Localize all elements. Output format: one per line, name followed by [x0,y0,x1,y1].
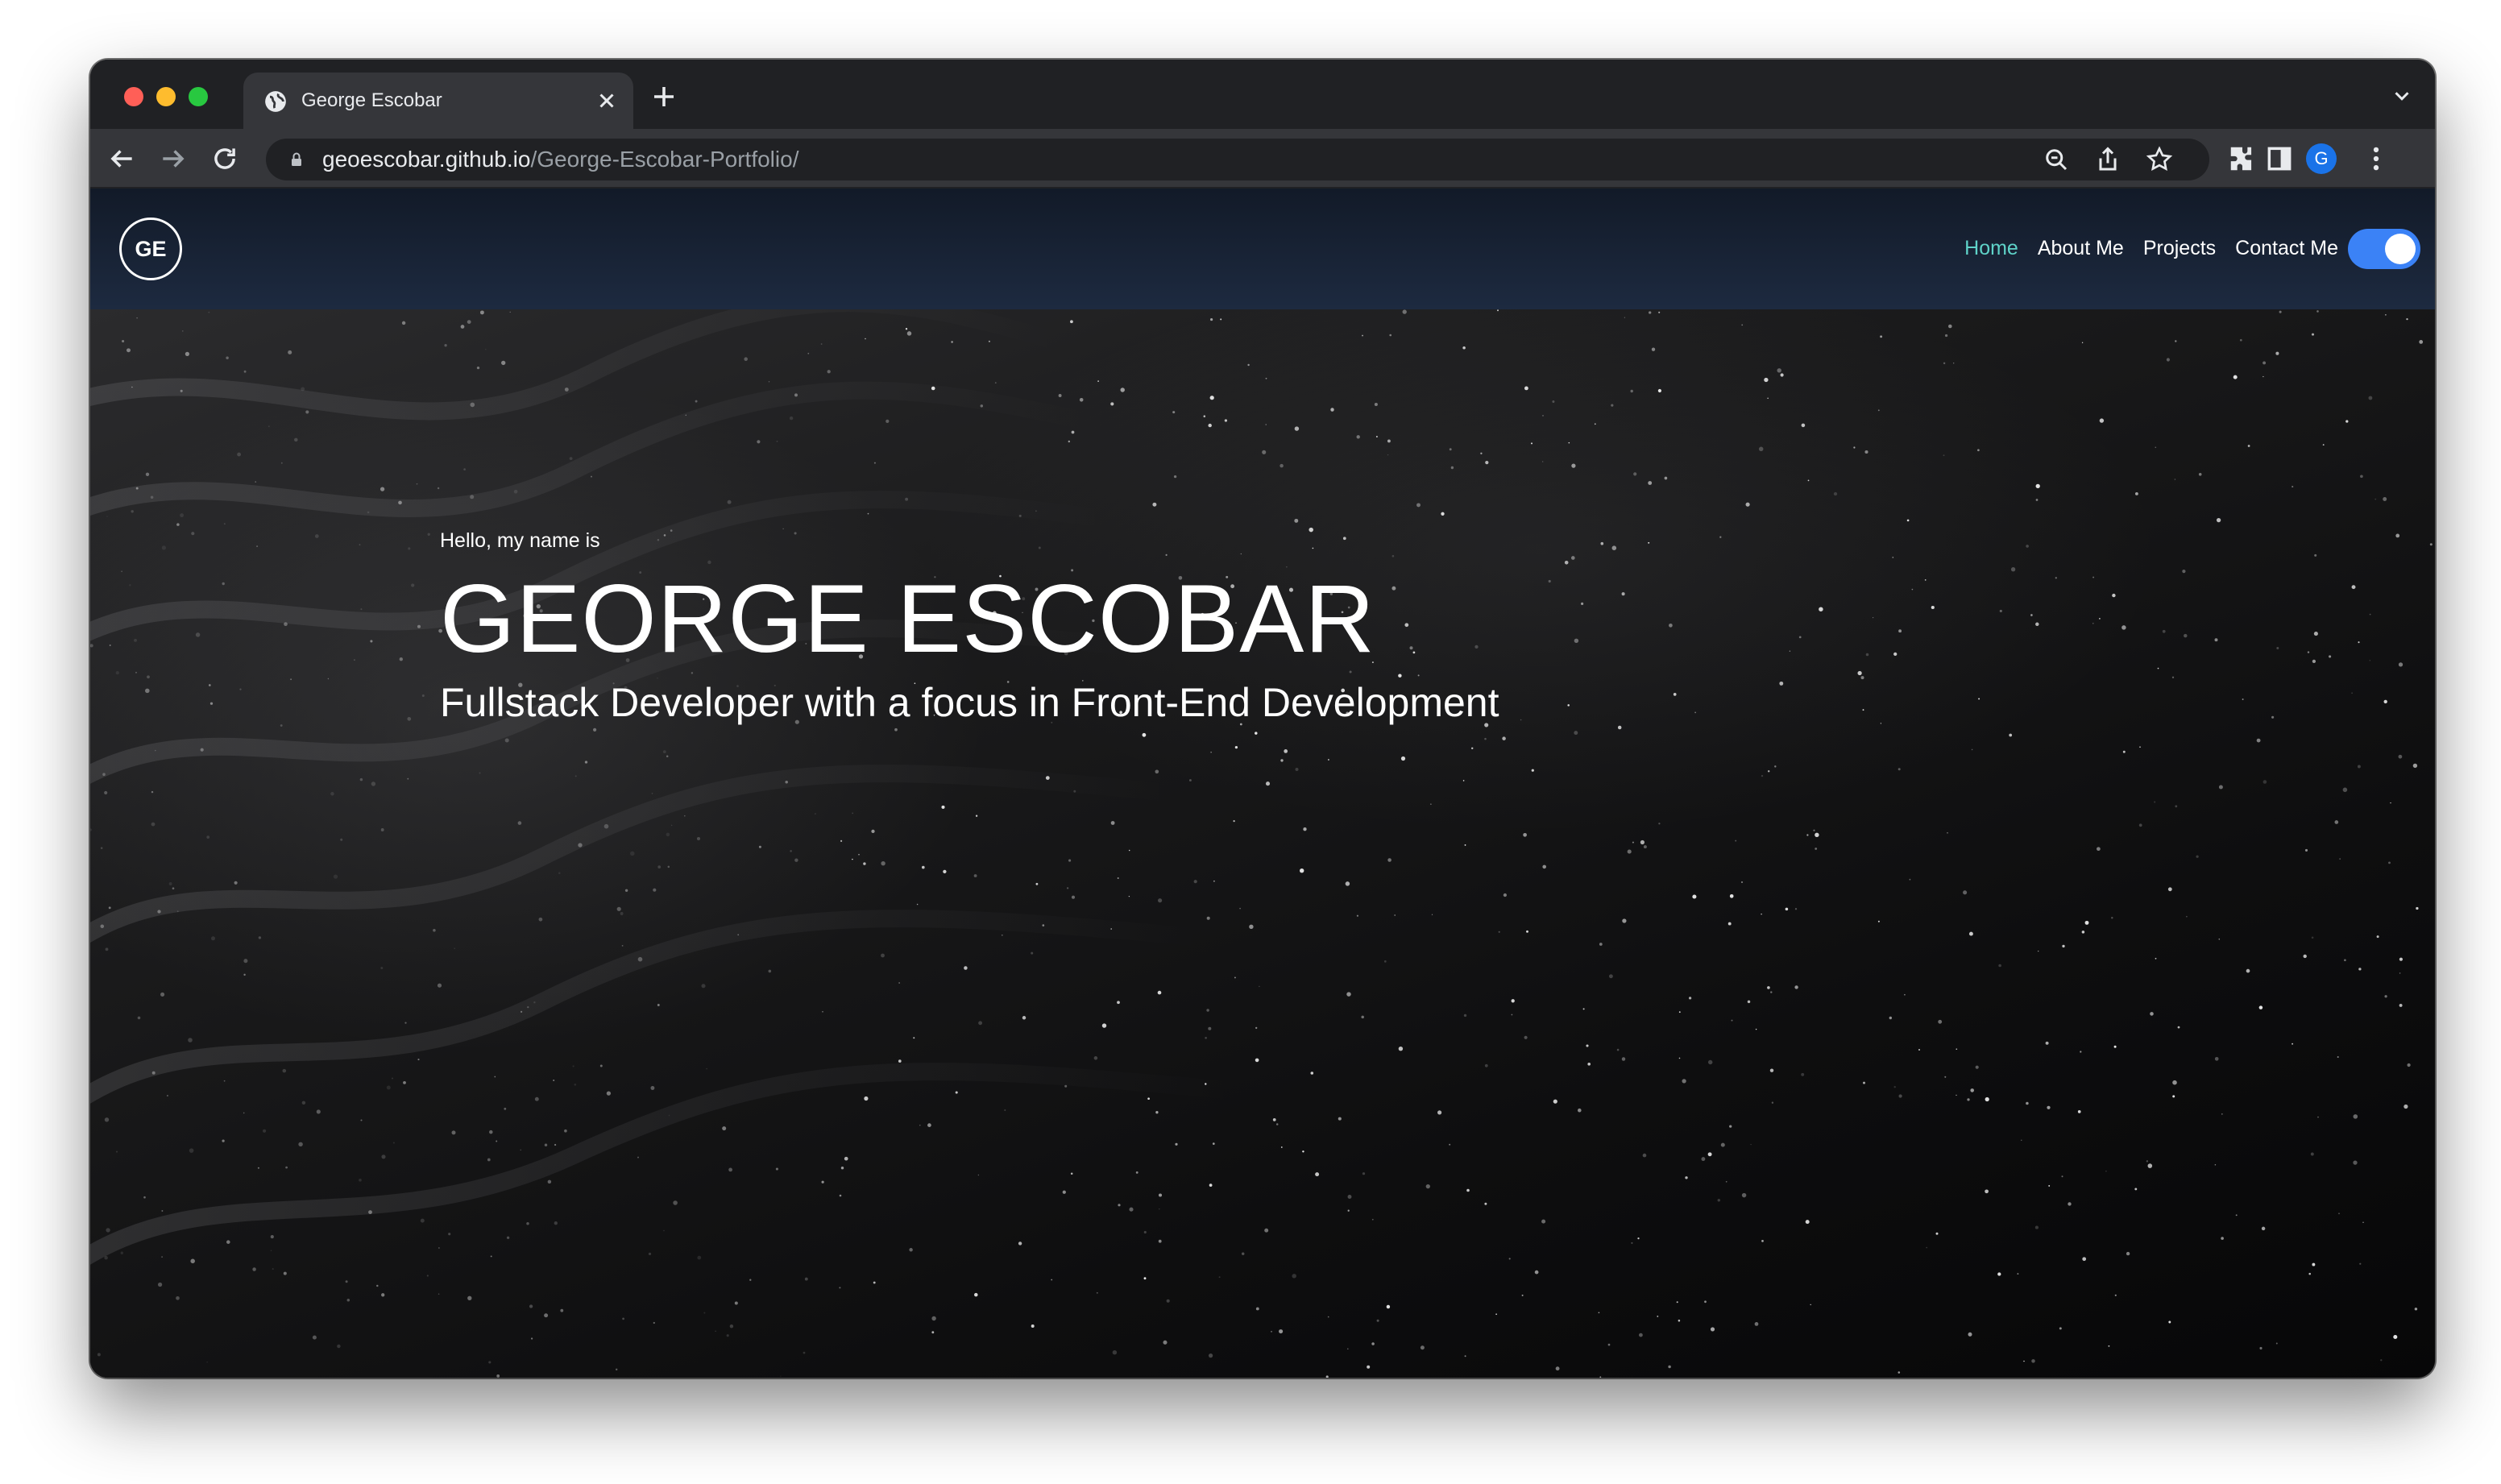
chevron-down-icon[interactable] [2390,84,2414,108]
page-viewport: GE Home About Me Projects Contact Me Hel… [90,189,2435,1378]
sand-background-image [90,309,2433,1378]
share-icon[interactable] [2093,145,2122,174]
nav-link-about-me[interactable]: About Me [2038,234,2124,263]
close-window-button[interactable] [124,87,143,106]
url-path: /George-Escobar-Portfolio/ [530,147,799,172]
tab-strip: George Escobar [90,60,2435,129]
reload-icon[interactable] [209,143,240,174]
star-icon[interactable] [2145,145,2174,174]
hero-greeting: Hello, my name is [440,529,600,552]
nav-link-contact-me[interactable]: Contact Me [2235,234,2338,263]
profile-avatar[interactable]: G [2306,143,2337,174]
site-navbar: GE Home About Me Projects Contact Me [90,189,2435,309]
browser-window: George Escobar geoescobar.github.io/Geor… [90,60,2435,1378]
close-tab-icon[interactable] [595,89,619,113]
extensions-icon[interactable] [2227,143,2258,174]
hero-subtitle: Fullstack Developer with a focus in Fron… [440,680,1499,725]
kebab-menu-icon[interactable] [2361,143,2391,174]
zoom-icon[interactable] [2042,145,2071,174]
browser-toolbar: geoescobar.github.io/George-Escobar-Port… [90,129,2435,189]
minimize-window-button[interactable] [156,87,176,106]
hero-section: Hello, my name is GEORGE ESCOBAR Fullsta… [90,309,2435,1378]
forward-arrow-icon[interactable] [158,143,189,174]
tab-title: George Escobar [301,89,442,111]
nav-link-home[interactable]: Home [1964,234,2018,263]
toggle-knob [2385,234,2416,264]
theme-toggle[interactable] [2348,229,2420,269]
side-panel-icon[interactable] [2264,143,2295,174]
lock-icon[interactable] [287,150,306,169]
maximize-window-button[interactable] [189,87,208,106]
site-logo[interactable]: GE [119,218,182,280]
url-host: geoescobar.github.io [322,147,531,172]
back-arrow-icon[interactable] [106,143,137,174]
hero-content: Hello, my name is GEORGE ESCOBAR Fullsta… [440,527,1499,728]
globe-icon [265,91,286,112]
nav-links: Home About Me Projects Contact Me [1964,234,2338,263]
url-text: geoescobar.github.io/George-Escobar-Port… [322,146,798,173]
nav-link-projects[interactable]: Projects [2143,234,2216,263]
address-bar[interactable]: geoescobar.github.io/George-Escobar-Port… [266,139,2209,180]
browser-tab[interactable]: George Escobar [243,73,633,129]
new-tab-icon[interactable] [649,82,678,111]
hero-name: GEORGE ESCOBAR [440,565,1375,673]
